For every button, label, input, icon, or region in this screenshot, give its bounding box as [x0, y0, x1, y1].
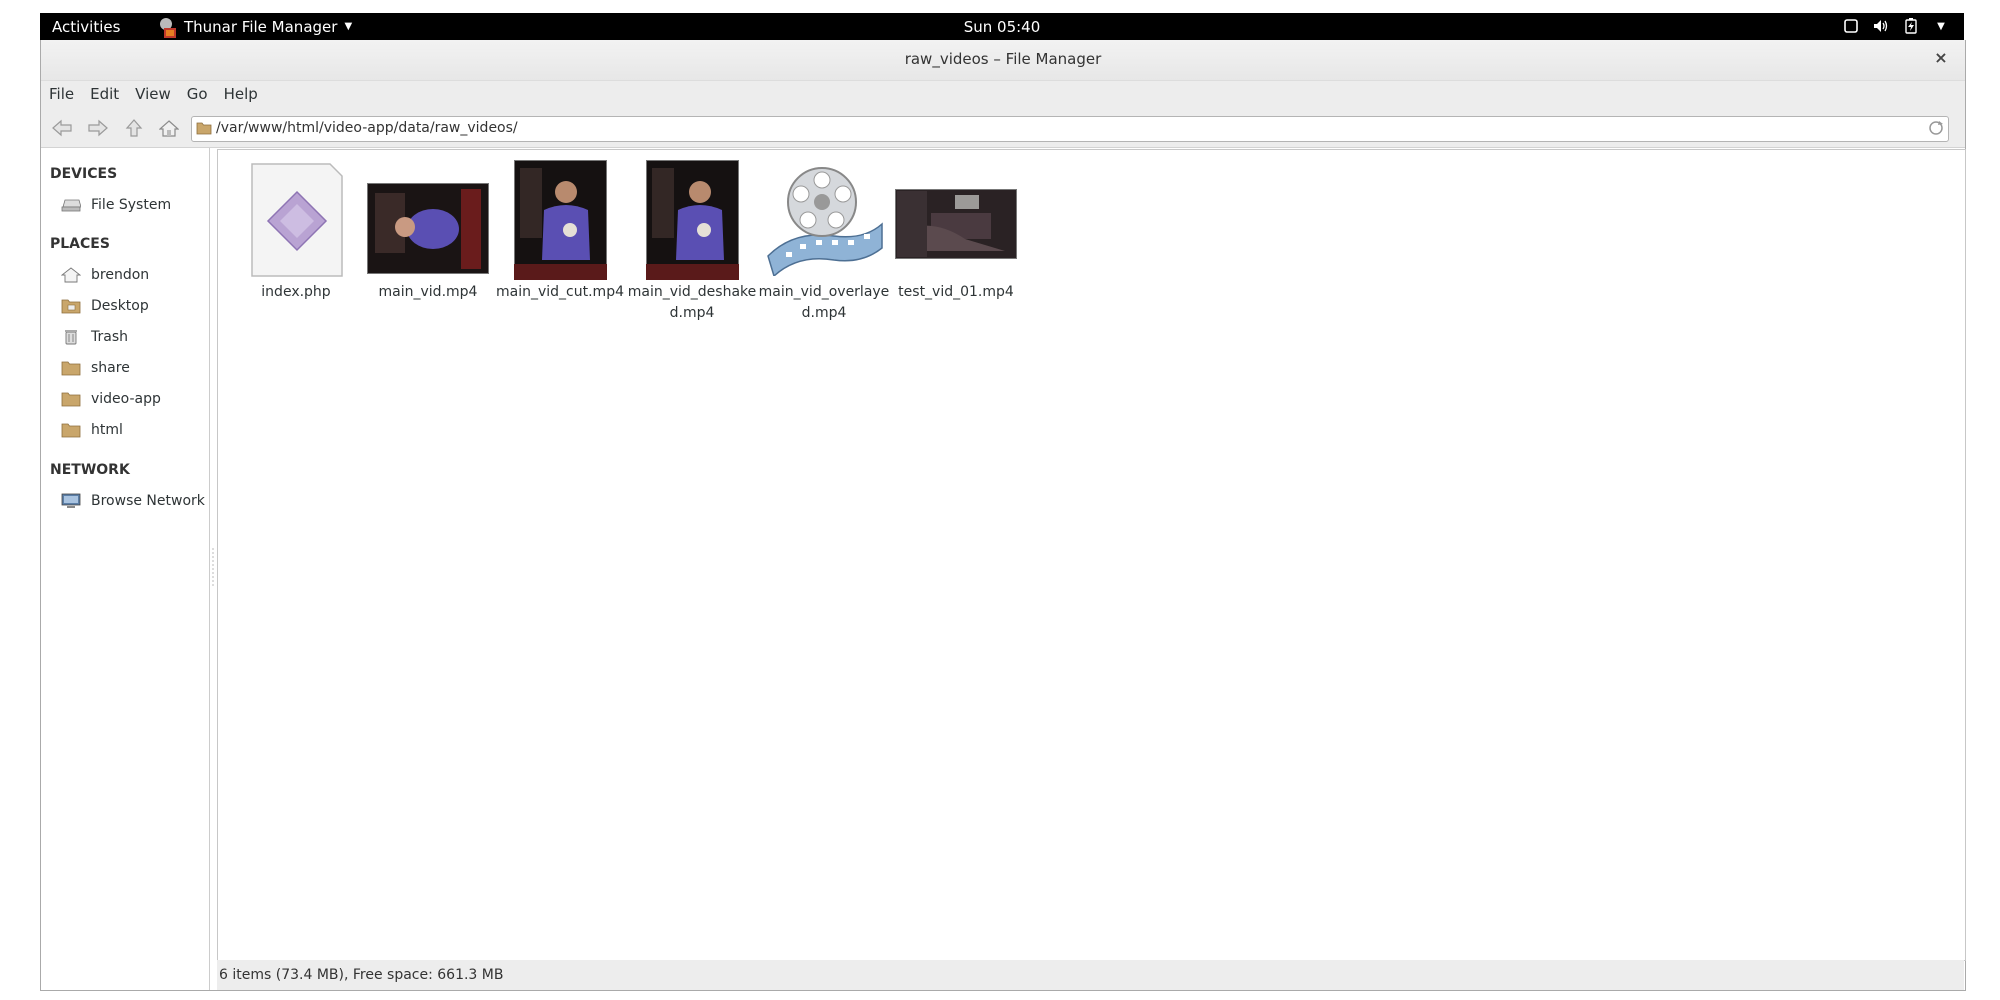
- reload-icon[interactable]: [1928, 120, 1944, 136]
- chevron-down-icon: ▼: [344, 21, 353, 32]
- menu-go[interactable]: Go: [179, 81, 216, 109]
- menu-help[interactable]: Help: [216, 81, 266, 109]
- location-bar[interactable]: /var/www/html/video-app/data/raw_videos/: [191, 116, 1949, 142]
- file-name: index.php: [261, 284, 331, 300]
- sidebar-item-label: brendon: [91, 267, 150, 283]
- sidebar-heading-places: PLACES: [50, 236, 110, 252]
- file-icon-view[interactable]: index.php main_vid.mp4 main_vid_cut.mp4 …: [217, 149, 1966, 961]
- desktop-folder-icon: [61, 298, 81, 314]
- back-arrow-icon: [52, 119, 72, 137]
- sidebar-item-trash[interactable]: Trash: [61, 325, 128, 349]
- drive-icon: [61, 197, 82, 213]
- window-icon[interactable]: [1842, 17, 1860, 35]
- file-name: test_vid_01.mp4: [898, 284, 1014, 300]
- chevron-down-icon[interactable]: ▼: [1932, 17, 1950, 35]
- folder-icon: [196, 121, 212, 135]
- php-file-icon: [251, 163, 343, 277]
- video-thumbnail: [646, 160, 739, 280]
- sidebar-item-label: Desktop: [91, 298, 149, 314]
- video-thumbnail: [367, 183, 489, 274]
- sidebar-item-desktop[interactable]: Desktop: [61, 294, 149, 318]
- menu-file[interactable]: File: [41, 81, 82, 109]
- menu-view[interactable]: View: [127, 81, 179, 109]
- sidebar-item-label: share: [91, 360, 130, 376]
- folder-icon: [61, 391, 81, 407]
- forward-arrow-icon: [88, 119, 108, 137]
- app-menu-label: Thunar File Manager: [184, 17, 338, 36]
- file-name: main_vid_deshaked.mp4: [627, 284, 757, 321]
- app-menu[interactable]: Thunar File Manager ▼: [158, 13, 352, 40]
- home-icon: [60, 267, 82, 283]
- sidebar-item-browse-network[interactable]: Browse Network: [61, 489, 205, 513]
- sidebar-item-label: html: [91, 422, 123, 438]
- file-manager-window: raw_videos – File Manager × File Edit Vi…: [40, 40, 1966, 991]
- status-area[interactable]: ▼: [1842, 17, 1950, 35]
- file-item-main-vid-deshaked[interactable]: main_vid_deshaked.mp4: [626, 160, 758, 324]
- file-name: main_vid_overlayed.mp4: [758, 284, 890, 321]
- sidebar-item-share[interactable]: share: [61, 356, 130, 380]
- thunar-app-icon: [158, 17, 178, 38]
- network-icon: [61, 493, 81, 509]
- sidebar-heading-network: NETWORK: [50, 462, 130, 478]
- up-arrow-icon: [125, 119, 143, 137]
- status-bar: 6 items (73.4 MB), Free space: 661.3 MB: [217, 960, 1964, 990]
- up-button[interactable]: [121, 116, 147, 140]
- video-thumbnail: [895, 189, 1017, 259]
- volume-icon[interactable]: [1872, 17, 1890, 35]
- file-item-test-vid-01[interactable]: test_vid_01.mp4: [890, 160, 1022, 303]
- back-button[interactable]: [49, 116, 75, 140]
- film-reel-icon: [767, 167, 883, 276]
- menu-bar: File Edit View Go Help: [41, 81, 1965, 109]
- sidebar-item-label: Trash: [91, 329, 128, 345]
- sidebar-item-brendon[interactable]: brendon: [60, 263, 150, 287]
- toolbar: /var/www/html/video-app/data/raw_videos/: [41, 109, 1965, 148]
- status-text: 6 items (73.4 MB), Free space: 661.3 MB: [219, 967, 504, 983]
- top-bar: Activities Thunar File Manager ▼ Sun 05:…: [40, 13, 1964, 40]
- file-name: main_vid_cut.mp4: [496, 284, 624, 300]
- location-path[interactable]: /var/www/html/video-app/data/raw_videos/: [216, 120, 518, 136]
- file-name: main_vid.mp4: [378, 284, 478, 300]
- sidebar: DEVICES File System PLACES brendon Deskt…: [41, 148, 210, 990]
- home-button[interactable]: [156, 116, 182, 140]
- title-bar[interactable]: raw_videos – File Manager ×: [41, 40, 1965, 81]
- sidebar-item-label: video-app: [91, 391, 161, 407]
- activities-button[interactable]: Activities: [52, 18, 120, 36]
- file-item-main-vid-cut[interactable]: main_vid_cut.mp4: [494, 160, 626, 303]
- file-item-main-vid-overlayed[interactable]: main_vid_overlayed.mp4: [758, 160, 890, 324]
- file-item-main-vid[interactable]: main_vid.mp4: [362, 160, 494, 303]
- sidebar-item-label: File System: [91, 197, 172, 213]
- sidebar-item-video-app[interactable]: video-app: [61, 387, 161, 411]
- sidebar-item-file-system[interactable]: File System: [61, 193, 171, 217]
- menu-edit[interactable]: Edit: [82, 81, 127, 109]
- trash-icon: [61, 329, 81, 345]
- video-thumbnail: [514, 160, 607, 280]
- sidebar-resize-handle[interactable]: [210, 148, 216, 990]
- forward-button[interactable]: [85, 116, 111, 140]
- home-icon: [159, 120, 179, 137]
- close-button[interactable]: ×: [1931, 48, 1951, 68]
- sidebar-item-label: Browse Network: [91, 493, 205, 509]
- file-item-index-php[interactable]: index.php: [230, 160, 362, 303]
- sidebar-item-html[interactable]: html: [61, 418, 123, 442]
- battery-icon[interactable]: [1902, 17, 1920, 35]
- window-title: raw_videos – File Manager: [904, 50, 1102, 68]
- folder-icon: [61, 422, 81, 438]
- sidebar-heading-devices: DEVICES: [50, 166, 118, 182]
- folder-icon: [61, 360, 81, 376]
